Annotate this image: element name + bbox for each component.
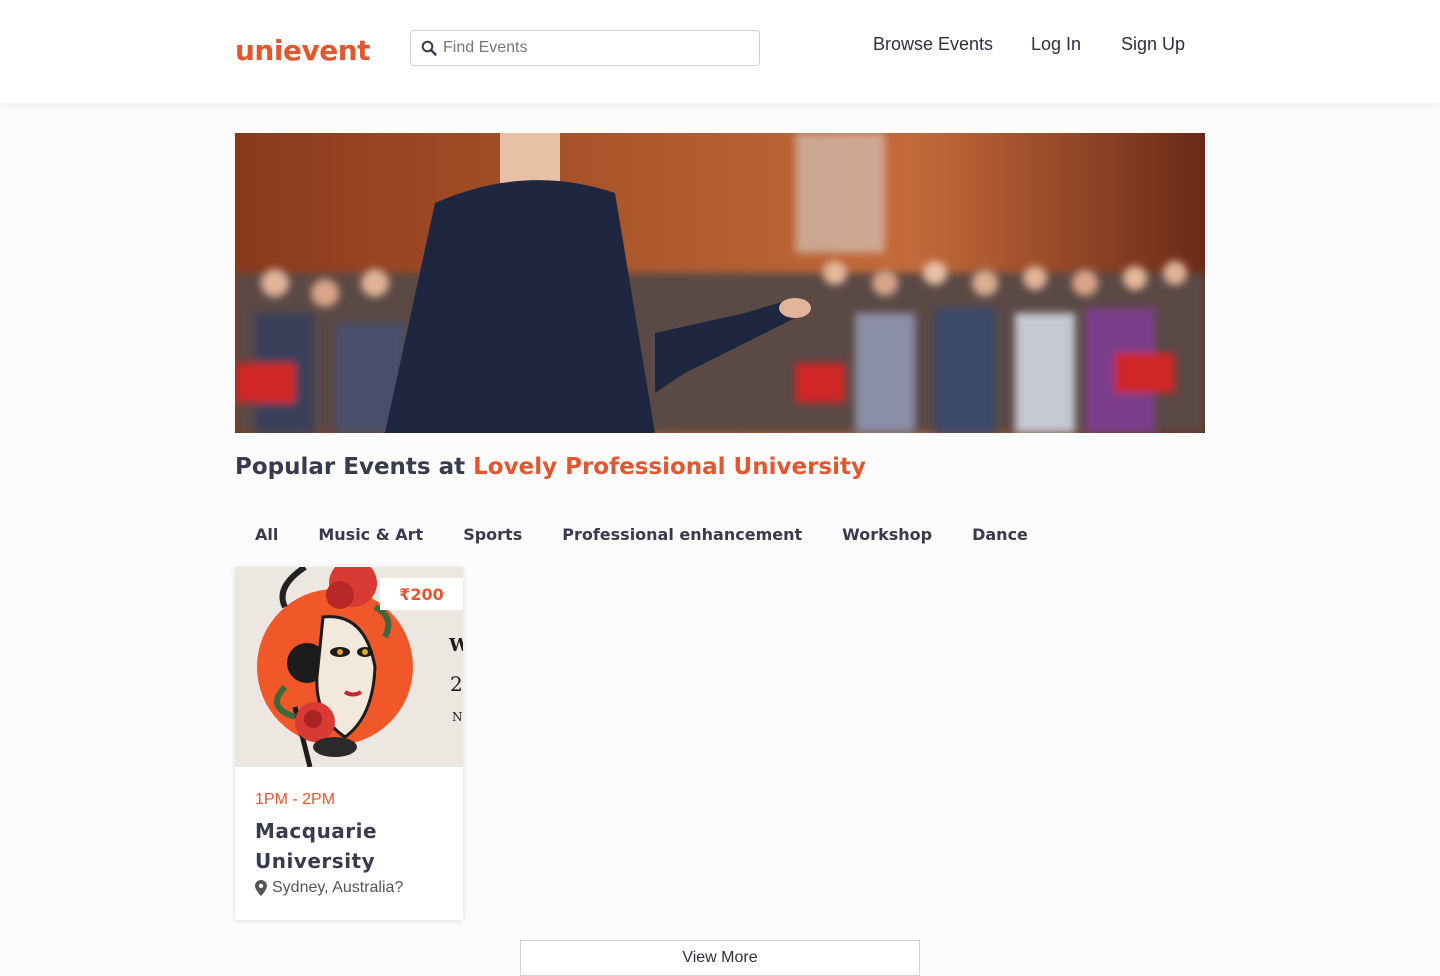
event-location-text: Sydney, Australia? [272, 879, 404, 896]
section-title-prefix: Popular Events at [235, 454, 474, 480]
view-more-button[interactable]: View More [520, 940, 920, 976]
tab-workshop[interactable]: Workshop [842, 525, 932, 544]
signup-link[interactable]: Sign Up [1121, 34, 1185, 55]
logo[interactable]: unievent [235, 34, 371, 67]
browse-events-link[interactable]: Browse Events [873, 34, 993, 55]
event-time: 1PM - 2PM [255, 791, 336, 808]
search-input[interactable] [443, 39, 743, 57]
hero-banner-image [235, 133, 1205, 433]
section-title: Popular Events at Lovely Professional Un… [235, 454, 866, 480]
tab-all[interactable]: All [255, 525, 278, 544]
tab-music-art[interactable]: Music & Art [318, 525, 423, 544]
search-icon [421, 40, 437, 56]
event-location: Sydney, Australia? [255, 879, 403, 897]
svg-text:N: N [452, 710, 463, 724]
tab-professional-enhancement[interactable]: Professional enhancement [562, 525, 802, 544]
login-link[interactable]: Log In [1031, 34, 1081, 55]
category-tabs: All Music & Art Sports Professional enha… [255, 525, 1068, 544]
event-title[interactable]: Macquarie University [255, 816, 445, 876]
svg-text:2: 2 [450, 672, 463, 696]
university-name[interactable]: Lovely Professional University [473, 454, 866, 480]
tab-sports[interactable]: Sports [463, 525, 522, 544]
search-box[interactable] [410, 30, 760, 66]
price-badge: ₹200 [380, 578, 463, 610]
tab-dance[interactable]: Dance [972, 525, 1028, 544]
map-marker-icon [255, 880, 267, 896]
navbar: unievent Browse Events Log In Sign Up [0, 0, 1440, 103]
event-card[interactable]: W 2 N ₹200 1PM - 2PM Macquarie Universit… [235, 567, 463, 920]
svg-text:W: W [448, 635, 463, 656]
